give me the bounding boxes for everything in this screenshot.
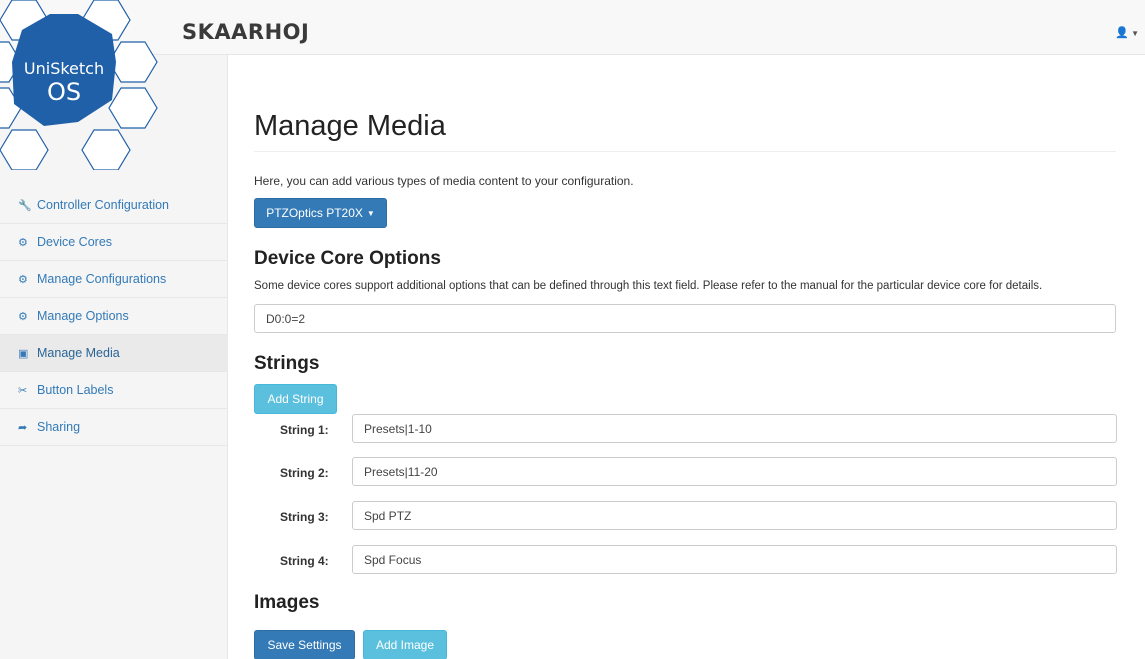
chevron-down-icon: ▼ xyxy=(366,208,375,218)
unisketch-logo[interactable]: UniSketch OS xyxy=(0,0,180,170)
sidebar-item-label: Manage Media xyxy=(37,346,120,360)
logo-text-unisketch: UniSketch xyxy=(24,59,104,78)
share-icon: ➦ xyxy=(18,421,28,434)
picture-icon: ▣ xyxy=(18,347,29,360)
sidebar-item-label: Controller Configuration xyxy=(37,198,170,212)
intro-text: Here, you can add various types of media… xyxy=(254,174,634,188)
cogs-icon: ⚙ xyxy=(18,273,28,286)
title-divider xyxy=(254,151,1116,152)
device-core-options-input[interactable]: D0:0=2 xyxy=(254,304,1116,333)
string-2-label: String 2: xyxy=(280,466,329,480)
device-select-label: PTZOptics PT20X xyxy=(266,206,363,220)
sidebar-item-label: Device Cores xyxy=(37,235,113,249)
string-4-label: String 4: xyxy=(280,554,329,568)
strings-heading: Strings xyxy=(254,353,320,374)
wrench-icon: 🔧 xyxy=(18,199,32,212)
device-core-options-heading: Device Core Options xyxy=(254,248,441,269)
string-3-label: String 3: xyxy=(280,510,329,524)
cogs-icon: ⚙ xyxy=(18,236,28,249)
chevron-down-icon: ▼ xyxy=(1131,29,1139,38)
sidebar-item-label: Button Labels xyxy=(37,383,114,397)
sidebar-item-manage-media[interactable]: ▣ Manage Media xyxy=(0,335,228,372)
sidebar-item-label: Manage Options xyxy=(37,309,129,323)
sidebar-item-button-labels[interactable]: ✂ Button Labels xyxy=(0,372,228,409)
scissors-icon: ✂ xyxy=(18,384,28,397)
page-title: Manage Media xyxy=(254,110,446,142)
sidebar-item-manage-options[interactable]: ⚙ Manage Options xyxy=(0,298,228,335)
brand-name[interactable]: SKAARHOJ xyxy=(182,20,309,44)
user-menu[interactable]: 👤 ▼ xyxy=(1115,26,1139,39)
logo-text-os: OS xyxy=(47,78,81,106)
string-1-input[interactable]: Presets|1-10 xyxy=(352,414,1117,443)
sidebar-item-manage-configurations[interactable]: ⚙ Manage Configurations xyxy=(0,261,228,298)
sidebar-item-sharing[interactable]: ➦ Sharing xyxy=(0,409,228,446)
add-image-button[interactable]: Add Image xyxy=(363,630,447,659)
sidebar-nav: 🔧 Controller Configuration ⚙ Device Core… xyxy=(0,187,228,446)
string-1-label: String 1: xyxy=(280,423,329,437)
device-select-button[interactable]: PTZOptics PT20X ▼ xyxy=(254,198,387,228)
cogs-icon: ⚙ xyxy=(18,310,28,323)
string-3-input[interactable]: Spd PTZ xyxy=(352,501,1117,530)
sidebar-item-label: Manage Configurations xyxy=(37,272,167,286)
sidebar-item-controller-configuration[interactable]: 🔧 Controller Configuration xyxy=(0,187,228,224)
sidebar-item-device-cores[interactable]: ⚙ Device Cores xyxy=(0,224,228,261)
string-4-input[interactable]: Spd Focus xyxy=(352,545,1117,574)
sidebar-item-label: Sharing xyxy=(37,420,81,434)
string-2-input[interactable]: Presets|11-20 xyxy=(352,457,1117,486)
user-icon: 👤 xyxy=(1115,27,1130,39)
device-core-options-help: Some device cores support additional opt… xyxy=(254,280,1043,292)
images-heading: Images xyxy=(254,592,320,613)
add-string-button[interactable]: Add String xyxy=(254,384,337,414)
save-settings-button[interactable]: Save Settings xyxy=(254,630,355,659)
